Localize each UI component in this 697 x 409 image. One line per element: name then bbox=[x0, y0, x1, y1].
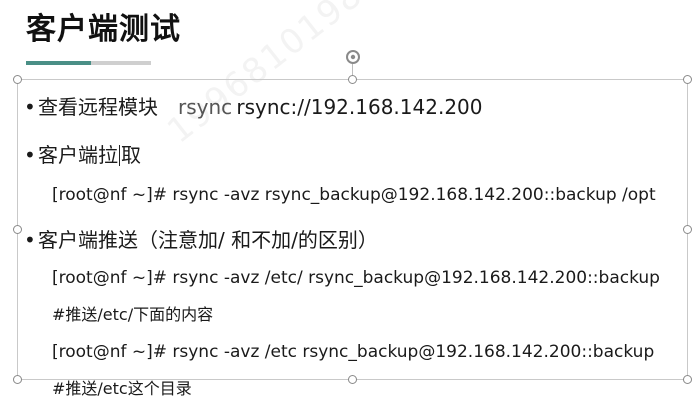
resize-handle-bottom-middle[interactable] bbox=[348, 375, 357, 384]
slide-canvas[interactable]: 1996810198 客户端测试 • 查看远程模块 rsync rsync://19… bbox=[0, 0, 697, 409]
resize-handle-bottom-left[interactable] bbox=[13, 375, 22, 384]
bullet-client-push[interactable]: • 客户端推送（注意加/ 和不加/的区别） bbox=[24, 227, 378, 253]
bullet-glyph: • bbox=[24, 95, 36, 119]
bullet-glyph: • bbox=[24, 143, 36, 167]
bullet-text: 客户端推送（注意加/ 和不加/的区别） bbox=[38, 228, 378, 252]
resize-handle-top-left[interactable] bbox=[13, 75, 22, 84]
bullet-text-prefix: 客户端拉 bbox=[38, 143, 118, 167]
resize-handle-top-middle[interactable] bbox=[348, 75, 357, 84]
resize-handle-bottom-right[interactable] bbox=[683, 375, 692, 384]
code-line-push-directory[interactable]: [root@nf ~]# rsync -avz /etc rsync_backu… bbox=[52, 341, 654, 363]
bullet-view-remote-modules[interactable]: • 查看远程模块 rsync rsync://192.168.142.200 bbox=[24, 94, 483, 120]
resize-handle-middle-right[interactable] bbox=[683, 225, 692, 234]
resize-handle-middle-left[interactable] bbox=[13, 225, 22, 234]
comment-push-directory[interactable]: #推送/etc这个目录 bbox=[52, 378, 192, 400]
comment-push-contents[interactable]: #推送/etc/下面的内容 bbox=[52, 304, 213, 326]
title-underline bbox=[26, 61, 151, 65]
bullet-text-url: rsync://192.168.142.200 bbox=[236, 95, 483, 119]
text-cursor bbox=[119, 145, 120, 166]
bullet-glyph: • bbox=[24, 228, 36, 252]
code-line-push-contents[interactable]: [root@nf ~]# rsync -avz /etc/ rsync_back… bbox=[52, 267, 660, 289]
bullet-text-overlap: rsync bbox=[178, 95, 233, 119]
bullet-text-prefix: 查看远程模块 bbox=[38, 95, 158, 119]
rotate-handle-icon[interactable] bbox=[345, 49, 361, 65]
bullet-text-suffix: 取 bbox=[121, 143, 141, 167]
resize-handle-top-right[interactable] bbox=[683, 75, 692, 84]
slide-title[interactable]: 客户端测试 bbox=[26, 10, 181, 50]
code-line-pull[interactable]: [root@nf ~]# rsync -avz rsync_backup@192… bbox=[52, 184, 656, 206]
bullet-client-pull[interactable]: • 客户端拉取 bbox=[24, 142, 141, 168]
